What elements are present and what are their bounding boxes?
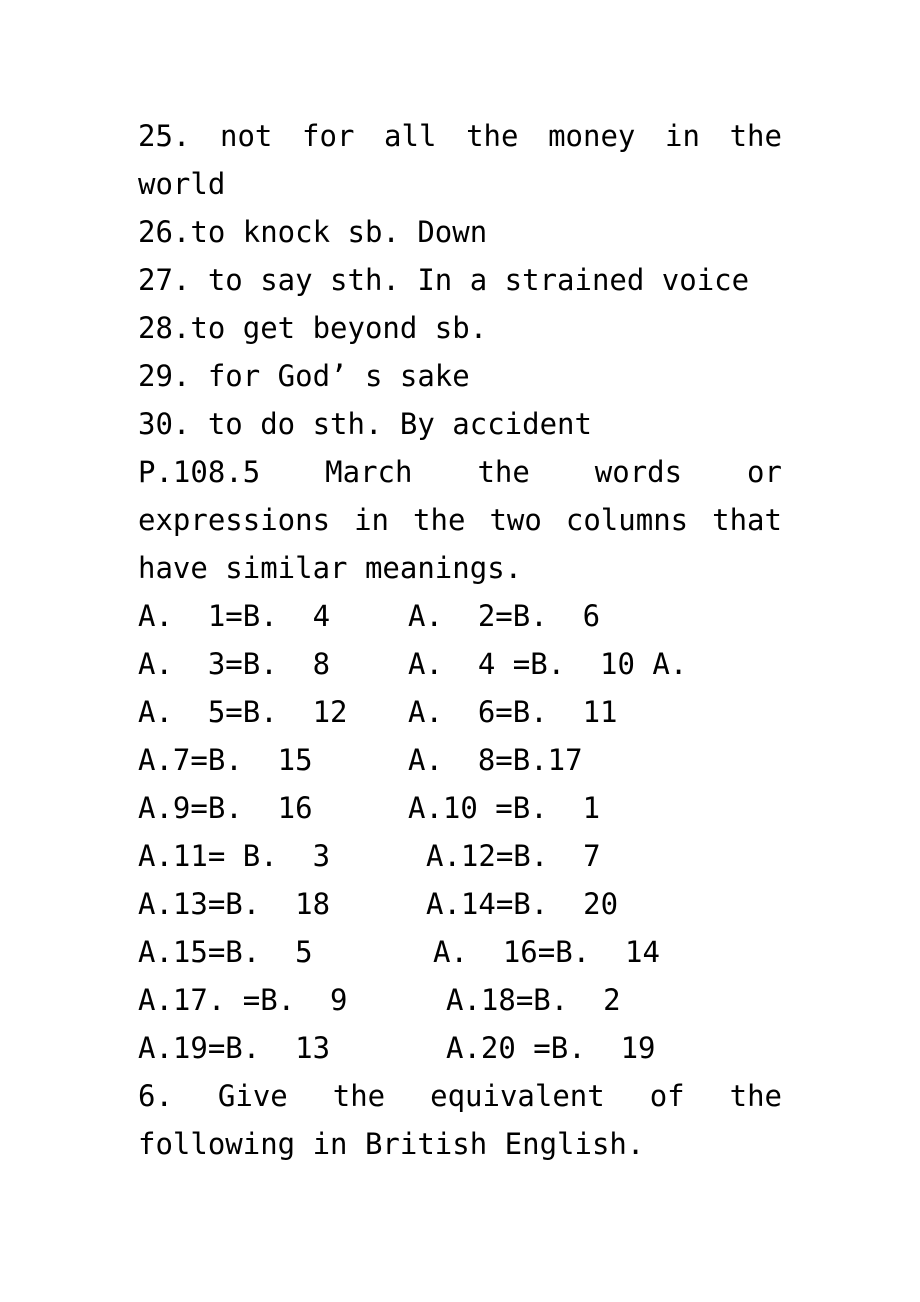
answer-pair-left: A.13=B. 18 <box>138 887 331 921</box>
list-item-30: 30. to do sth. By accident <box>138 407 592 441</box>
list-item-29: 29. for God’ s sake <box>138 359 470 393</box>
answer-pair-row: A.7=B. 15 A. 8=B.17 <box>138 736 782 784</box>
word: money <box>548 119 636 153</box>
answer-pair-row: A.15=B. 5 A. 16=B. 14 <box>138 928 782 976</box>
word: 25. <box>138 119 191 153</box>
word: the <box>466 119 519 153</box>
answer-pair-right: A.20 =B. 19 <box>446 1031 656 1065</box>
exercise-6-heading-line-1: 6. Give the equivalent of the <box>138 1072 782 1120</box>
word: all <box>384 119 437 153</box>
word: the <box>477 455 530 489</box>
word: two <box>489 503 542 537</box>
answer-pair-row: A.19=B. 13 A.20 =B. 19 <box>138 1024 782 1072</box>
answer-pair-right: A.14=B. 20 <box>426 887 619 921</box>
answer-pair-right: A. 4 =B. 10 A. <box>408 647 688 681</box>
answer-pair-right: A. 16=B. 14 <box>433 935 660 969</box>
word: March <box>325 455 413 489</box>
word: words <box>594 455 683 489</box>
list-item-28: 28.to get beyond sb. <box>138 311 488 345</box>
answer-pair-row: A.13=B. 18 A.14=B. 20 <box>138 880 782 928</box>
exercise-6-heading-line-2: following in British English. <box>138 1127 645 1161</box>
word: or <box>747 455 782 489</box>
word: that <box>712 503 782 537</box>
answer-pair-left: A. 5=B. 12 <box>138 695 348 729</box>
answer-pair-right: A.10 =B. 1 <box>408 791 601 825</box>
answer-pair-row: A. 1=B. 4 A. 2=B. 6 <box>138 592 782 640</box>
answer-pair-row: A.9=B. 16 A.10 =B. 1 <box>138 784 782 832</box>
list-item-25-line-1: 25. not for all the money in the <box>138 112 782 160</box>
answer-pair-left: A.11= B. 3 <box>138 839 331 873</box>
answer-pair-left: A. 1=B. 4 <box>138 599 331 633</box>
answer-pair-row: A. 3=B. 8 A. 4 =B. 10 A. <box>138 640 782 688</box>
word: the <box>729 119 782 153</box>
word: the <box>332 1079 386 1113</box>
word: in <box>665 119 700 153</box>
answer-pair-left: A.7=B. 15 <box>138 743 313 777</box>
word: for <box>302 119 355 153</box>
list-item-27: 27. to say sth. In a strained voice <box>138 263 750 297</box>
document-page: 25. not for all the money in the world 2… <box>0 0 920 1302</box>
word: Give <box>217 1079 288 1113</box>
answer-pair-left: A.19=B. 13 <box>138 1031 331 1065</box>
exercise-5-heading-line-1: P.108.5 March the words or <box>138 448 782 496</box>
answer-pair-right: A. 8=B.17 <box>408 743 583 777</box>
word: 6. <box>138 1079 173 1113</box>
word: columns <box>565 503 689 537</box>
word: not <box>220 119 273 153</box>
exercise-5-heading-line-3: have similar meanings. <box>138 551 523 585</box>
answer-pair-right: A.18=B. 2 <box>446 983 621 1017</box>
answer-pair-row: A.17. =B. 9 A.18=B. 2 <box>138 976 782 1024</box>
answer-pair-row: A.11= B. 3 A.12=B. 7 <box>138 832 782 880</box>
list-item-26: 26.to knock sb. Down <box>138 215 488 249</box>
exercise-5-heading-line-2: expressions in the two columns that <box>138 496 782 544</box>
answer-pair-left: A.9=B. 16 <box>138 791 313 825</box>
word: P.108.5 <box>138 455 261 489</box>
answer-pair-left: A.17. =B. 9 <box>138 983 348 1017</box>
word: in <box>354 503 390 537</box>
word: the <box>413 503 466 537</box>
document-text-body: 25. not for all the money in the world 2… <box>138 112 782 1168</box>
answer-pair-left: A.15=B. 5 <box>138 935 313 969</box>
answer-pair-right: A. 6=B. 11 <box>408 695 618 729</box>
word: the <box>729 1079 782 1113</box>
answer-pair-right: A. 2=B. 6 <box>408 599 601 633</box>
answer-pair-row: A. 5=B. 12 A. 6=B. 11 <box>138 688 782 736</box>
word: of <box>649 1079 685 1113</box>
answer-pair-list: A. 1=B. 4 A. 2=B. 6 A. 3=B. 8 A. 4 =B. 10 A… <box>138 592 782 1072</box>
list-item-25-line-2: world <box>138 167 226 201</box>
word: equivalent <box>430 1079 605 1113</box>
answer-pair-right: A.12=B. 7 <box>426 839 601 873</box>
word: expressions <box>138 503 331 537</box>
answer-pair-left: A. 3=B. 8 <box>138 647 331 681</box>
